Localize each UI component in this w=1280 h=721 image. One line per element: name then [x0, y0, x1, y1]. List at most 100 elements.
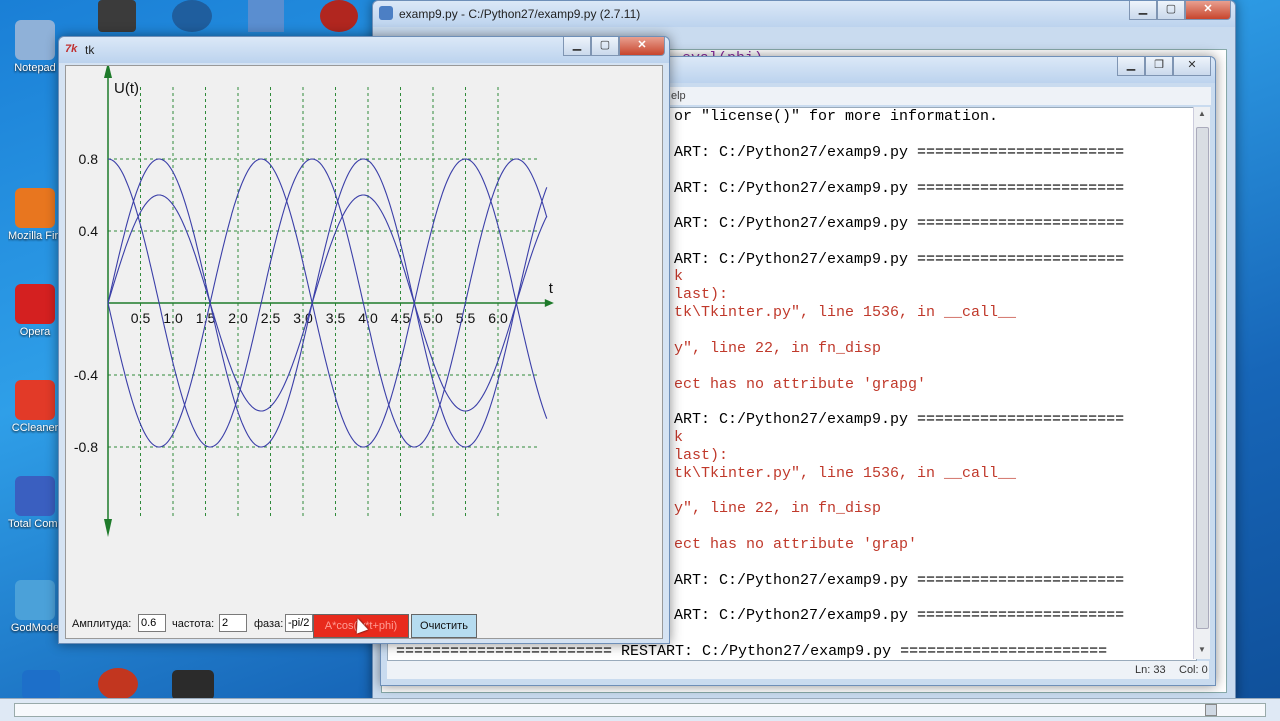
sublime-icon[interactable] [98, 0, 136, 32]
desktop-icon-label: Opera [19, 326, 51, 338]
shell-line: ART: C:/Python27/examp9.py =============… [674, 572, 1125, 589]
app-icon [15, 580, 55, 620]
amplitude-input[interactable] [138, 614, 166, 632]
close-icon[interactable]: ✕ [1185, 1, 1231, 20]
phase-label: фаза: [254, 618, 284, 630]
shell-window-controls: ▁ ❐ ✕ [1117, 57, 1211, 76]
x-tick-label: 2.0 [228, 310, 248, 326]
status-col: Col: 0 [1179, 664, 1208, 676]
tk-title: tk [85, 43, 95, 57]
x-tick-label: 5.0 [423, 310, 443, 326]
desktop-icon-label: Mozilla Firefox [8, 230, 62, 242]
scroll-handle[interactable] [1205, 704, 1217, 716]
tk-client-area: U(t) t 0.5 1.0 1.5 2.0 2.5 3.0 3.5 4.0 4.5 5.0 5.5 6.… [65, 65, 663, 639]
app-icon [15, 284, 55, 324]
horizontal-scroll[interactable] [14, 703, 1266, 717]
y-axis-label: U(t) [114, 80, 139, 97]
network-icon[interactable] [248, 0, 284, 32]
bug-app-icon[interactable] [98, 668, 138, 700]
shell-line: tk\Tkinter.py", line 1536, in __call__ [674, 465, 1017, 482]
app-icon[interactable] [172, 0, 212, 32]
y-tick-label: 0.8 [79, 151, 99, 167]
shell-line: or "license()" for more information. [674, 108, 999, 125]
desktop-icon[interactable]: Opera [8, 284, 62, 338]
tk-window[interactable]: 7k tk ▁ ▢ ✕ U(t) t 0.5 1.0 1.5 2.0 2.5 3.0 3.5 4.… [58, 36, 670, 644]
shell-line: ART: C:/Python27/examp9.py =============… [674, 251, 1125, 268]
tk-titlebar[interactable]: 7k tk ▁ ▢ ✕ [59, 37, 669, 63]
shell-line: ect has no attribute 'grapg' [674, 376, 927, 393]
clear-button[interactable]: Очистить [411, 614, 477, 638]
idle-icon [379, 6, 393, 20]
x-tick-label: 0.5 [131, 310, 151, 326]
scrollbar-down-icon[interactable]: ▼ [1196, 645, 1208, 657]
desktop-icon[interactable]: Total Commander [8, 476, 62, 530]
shell-line: k [674, 268, 684, 285]
close-icon[interactable]: ✕ [1173, 57, 1211, 76]
desktop-icon-label: GodMode [10, 622, 60, 634]
x-tick-label: 3.5 [326, 310, 346, 326]
tk-window-controls: ▁ ▢ ✕ [563, 37, 665, 56]
x-tick-label: 2.5 [261, 310, 281, 326]
shell-line: k [674, 429, 684, 446]
desktop-icon[interactable]: Mozilla Firefox [8, 188, 62, 242]
x-tick-label: 6.0 [488, 310, 508, 326]
app-icon [15, 476, 55, 516]
camera-app-icon[interactable] [172, 670, 214, 700]
shell-line: tk\Tkinter.py", line 1536, in __call__ [674, 304, 1017, 321]
editor-title: examp9.py - C:/Python27/examp9.py (2.7.1… [399, 7, 641, 21]
tk-feather-icon: 7k [65, 43, 78, 55]
desktop-icon[interactable]: CCleaner [8, 380, 62, 434]
app-icon [15, 380, 55, 420]
editor-window-controls: ▁ ▢ ✕ [1129, 1, 1231, 20]
taskbar [0, 698, 1280, 721]
menu-help[interactable]: elp [671, 90, 686, 102]
restore-icon[interactable]: ❐ [1145, 57, 1173, 76]
desktop-icon[interactable]: GodMode [8, 580, 62, 634]
phase-input[interactable] [285, 614, 313, 632]
y-tick-label: -0.8 [74, 439, 98, 455]
shell-line: ect has no attribute 'grap' [674, 536, 918, 553]
shell-line: ART: C:/Python27/examp9.py =============… [674, 607, 1125, 624]
x-tick-label: 1.0 [163, 310, 183, 326]
y-axis-arrow-up [104, 66, 112, 78]
maximize-icon[interactable]: ▢ [1157, 1, 1185, 20]
waveform-chart[interactable]: U(t)t0.5 1.0 1.5 2.0 2.5 3.0 3.5 4.0 4.5 5.0 5.5 6.… [66, 66, 662, 606]
y-tick-label: 0.4 [79, 223, 99, 239]
frequency-label: частота: [172, 618, 215, 630]
shell-line: ART: C:/Python27/examp9.py =============… [674, 411, 1125, 428]
x-tick-label: 4.5 [391, 310, 411, 326]
shell-line: y", line 22, in fn_disp [674, 500, 882, 517]
x-axis-arrow [544, 299, 554, 307]
close-icon[interactable]: ✕ [619, 37, 665, 56]
shell-line: ======================== RESTART: C:/Pyt… [396, 643, 1108, 660]
shell-line: ART: C:/Python27/examp9.py =============… [674, 180, 1125, 197]
shell-line: y", line 22, in fn_disp [674, 340, 882, 357]
editor-titlebar[interactable]: examp9.py - C:/Python27/examp9.py (2.7.1… [373, 1, 1235, 27]
bug-icon[interactable] [320, 0, 358, 32]
scrollbar-thumb[interactable] [1196, 127, 1209, 629]
minimize-icon[interactable]: ▁ [1129, 1, 1157, 20]
y-tick-label: -0.4 [74, 367, 98, 383]
shell-line: last): [674, 286, 729, 303]
desktop-icon-label: CCleaner [11, 422, 59, 434]
shell-scrollbar[interactable]: ▲ ▼ [1193, 107, 1210, 659]
minimize-icon[interactable]: ▁ [563, 37, 591, 56]
shell-statusbar: Ln: 33 Col: 0 [387, 661, 1209, 679]
y-axis-arrow-down [104, 519, 112, 537]
maximize-icon[interactable]: ▢ [591, 37, 619, 56]
desktop-icon-label: Notepad [14, 62, 56, 74]
teamviewer-icon[interactable] [22, 670, 60, 700]
amplitude-label: Амплитуда: [72, 618, 132, 630]
x-tick-label: 5.5 [456, 310, 476, 326]
desktop-icon-label: Total Commander [8, 518, 62, 530]
shell-line: last): [674, 447, 729, 464]
minimize-icon[interactable]: ▁ [1117, 57, 1145, 76]
desktop-top-icons [0, 0, 380, 36]
frequency-input[interactable] [219, 614, 247, 632]
status-line: Ln: 33 [1135, 664, 1166, 676]
shell-line: ART: C:/Python27/examp9.py =============… [674, 144, 1125, 161]
x-axis-label: t [549, 280, 554, 297]
scrollbar-up-icon[interactable]: ▲ [1196, 109, 1208, 121]
shell-line: ART: C:/Python27/examp9.py =============… [674, 215, 1125, 232]
app-icon [15, 188, 55, 228]
